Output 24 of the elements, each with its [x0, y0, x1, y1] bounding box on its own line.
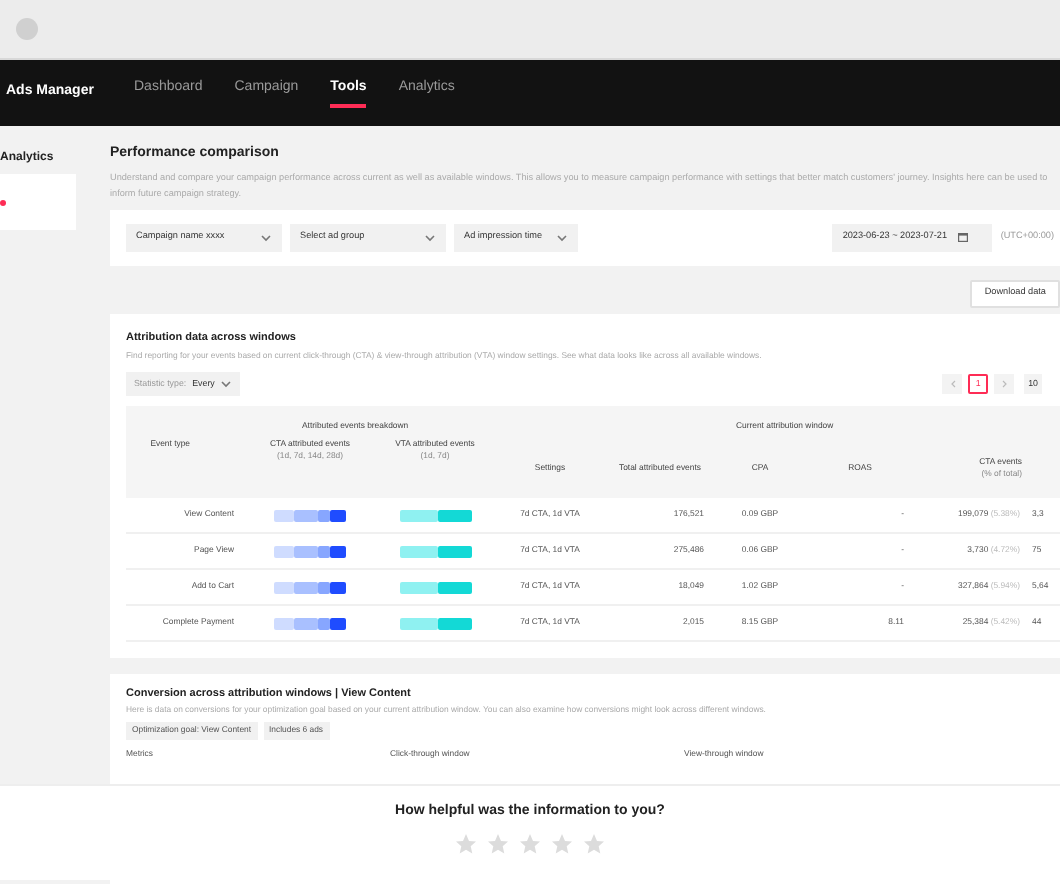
previous-page-button[interactable] — [942, 374, 963, 395]
star-icon[interactable] — [582, 831, 606, 855]
bar-drawing — [399, 509, 471, 522]
star-icon[interactable] — [454, 831, 478, 855]
star-icon[interactable] — [550, 831, 574, 855]
star-icon[interactable] — [518, 831, 542, 855]
next-page-button[interactable] — [994, 374, 1015, 395]
star-icon[interactable] — [486, 831, 510, 855]
bar-drawing — [399, 545, 471, 558]
bar-drawing — [399, 581, 471, 594]
chevron-left-icon — [949, 380, 956, 389]
bar-drawing — [274, 545, 346, 558]
caret-icon — [260, 233, 272, 241]
caret-icon — [424, 233, 436, 241]
bar-drawing — [274, 617, 346, 630]
marker-icon — [0, 199, 6, 205]
caret-icon — [220, 380, 233, 389]
bar-drawing — [274, 509, 346, 522]
bar-drawing — [399, 617, 471, 630]
calendar-icon — [957, 232, 968, 242]
bar-drawing — [274, 581, 346, 594]
chevron-right-icon — [1001, 380, 1008, 389]
caret-icon — [556, 233, 568, 241]
star-rating[interactable] — [454, 831, 606, 855]
